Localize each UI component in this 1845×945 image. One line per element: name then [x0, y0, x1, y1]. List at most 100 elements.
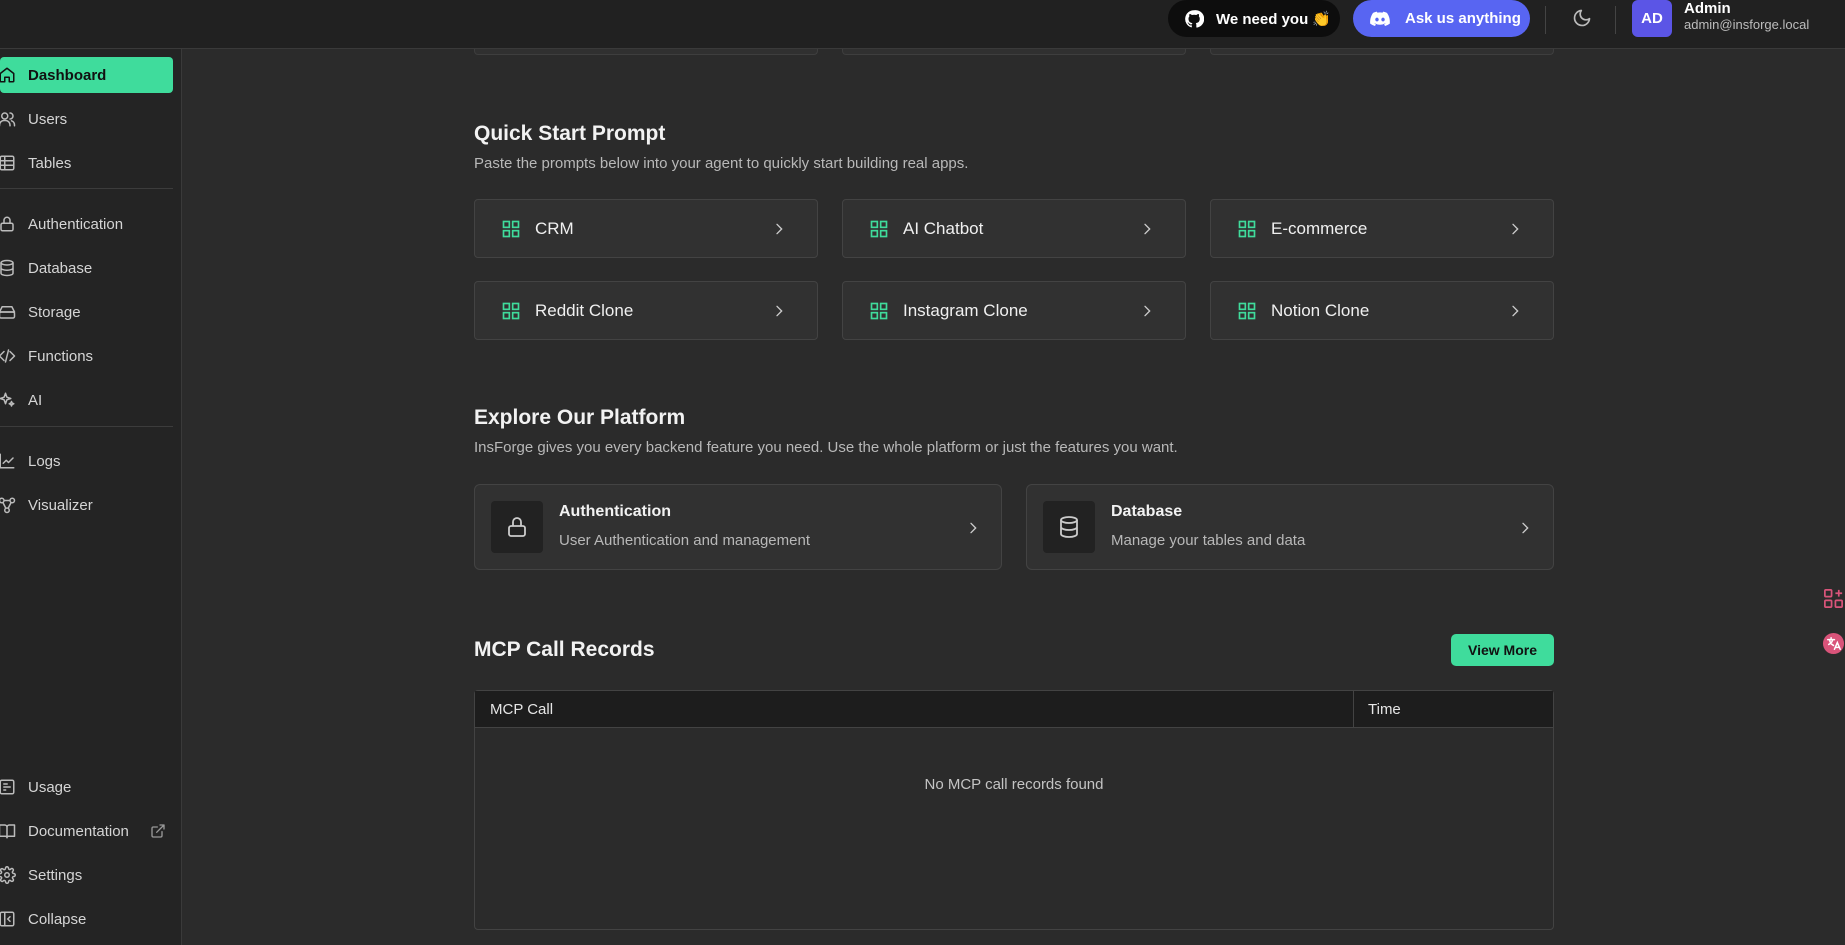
grid-icon [1238, 220, 1256, 237]
prompt-card-label: AI Chatbot [903, 218, 984, 238]
user-email: admin@insforge.local [1684, 17, 1810, 32]
prompt-card-crm[interactable]: CRM [474, 199, 818, 258]
translate-icon[interactable] [1822, 632, 1845, 655]
explore-card-description: User Authentication and management [559, 532, 810, 549]
divider [1615, 6, 1616, 34]
prompt-card-label: E-commerce [1271, 218, 1368, 238]
code-icon [0, 349, 16, 363]
view-more-button[interactable]: View More [1451, 634, 1554, 666]
sidebar-item-database[interactable]: Database [0, 250, 173, 286]
divider [0, 426, 173, 427]
sidebar-item-tables[interactable]: Tables [0, 145, 173, 181]
chevron-right-icon [970, 522, 977, 534]
home-icon [0, 67, 15, 83]
sidebar-item-visualizer[interactable]: Visualizer [0, 487, 173, 523]
chevron-right-icon [1144, 223, 1151, 235]
sidebar-item-usage[interactable]: Usage [0, 769, 173, 805]
card-partial [474, 49, 818, 55]
prompt-card-label: Instagram Clone [903, 300, 1028, 320]
chevron-right-icon [1522, 522, 1529, 534]
sidebar-item-collapse[interactable]: Collapse [0, 901, 173, 937]
explore-subtitle: InsForge gives you every backend feature… [474, 439, 1178, 456]
grid-icon [502, 302, 520, 319]
card-partial [1210, 49, 1554, 55]
avatar[interactable]: AD [1632, 0, 1672, 37]
moon-icon[interactable] [1572, 8, 1592, 28]
column-divider [1353, 691, 1354, 728]
discord-button[interactable]: Ask us anything [1353, 0, 1530, 37]
external-link-icon [151, 824, 165, 838]
usage-icon [0, 779, 15, 795]
sidebar-item-authentication[interactable]: Authentication [0, 206, 173, 242]
users-icon [0, 112, 16, 127]
sidebar-item-label: Visualizer [28, 496, 93, 514]
sidebar-item-storage[interactable]: Storage [0, 294, 173, 330]
github-icon [1185, 9, 1204, 28]
user-name: Admin [1684, 0, 1731, 17]
chevron-right-icon [1144, 305, 1151, 317]
sidebar-item-label: Authentication [28, 215, 124, 233]
empty-state-text: No MCP call records found [924, 776, 1104, 793]
gear-icon [0, 866, 16, 884]
explore-card-authentication[interactable]: Authentication User Authentication and m… [474, 484, 1002, 570]
database-icon [1060, 516, 1078, 538]
workflow-icon [0, 497, 16, 514]
sidebar: Dashboard Users Tables Authentication Da… [0, 49, 182, 945]
sidebar-item-label: Functions [28, 347, 94, 365]
prompt-card-instagram-clone[interactable]: Instagram Clone [842, 281, 1186, 340]
prompt-card-e-commerce[interactable]: E-commerce [1210, 199, 1554, 258]
lock-icon [0, 216, 14, 232]
chevron-right-icon [776, 223, 783, 235]
explore-card-description: Manage your tables and data [1111, 532, 1306, 549]
mcp-table: MCP Call Time No MCP call records found [474, 690, 1554, 930]
sidebar-item-ai[interactable]: AI [0, 382, 173, 418]
sidebar-item-settings[interactable]: Settings [0, 857, 173, 893]
sidebar-item-users[interactable]: Users [0, 101, 173, 137]
github-button[interactable]: We need you 👏 [1168, 0, 1340, 37]
grid-icon [870, 302, 888, 319]
hard-drive-icon [0, 306, 16, 319]
divider [0, 188, 173, 189]
prompt-card-reddit-clone[interactable]: Reddit Clone [474, 281, 818, 340]
prompt-card-label: Notion Clone [1271, 300, 1370, 320]
prompt-card-label: Reddit Clone [535, 300, 634, 320]
chevron-right-icon [1512, 305, 1519, 317]
collapse-icon [0, 911, 15, 927]
grid-icon [870, 220, 888, 237]
quick-start-subtitle: Paste the prompts below into your agent … [474, 155, 969, 172]
prompt-card-notion-clone[interactable]: Notion Clone [1210, 281, 1554, 340]
sidebar-item-functions[interactable]: Functions [0, 338, 173, 374]
sidebar-item-label: Tables [28, 154, 72, 172]
explore-card-database[interactable]: Database Manage your tables and data [1026, 484, 1554, 570]
sidebar-item-label: Usage [28, 778, 72, 796]
book-icon [0, 824, 16, 839]
sidebar-item-dashboard[interactable]: Dashboard [0, 57, 173, 93]
sidebar-item-label: Logs [28, 452, 61, 470]
github-button-label: We need you 👏 [1216, 10, 1332, 28]
sidebar-item-label: AI [28, 391, 43, 409]
discord-icon [1370, 11, 1390, 26]
explore-card-title: Database [1111, 503, 1183, 520]
card-icon-box [491, 501, 543, 553]
sidebar-item-documentation[interactable]: Documentation [0, 813, 173, 849]
explore-title: Explore Our Platform [474, 406, 686, 429]
sidebar-item-label: Collapse [28, 910, 87, 928]
apps-add-icon[interactable] [1822, 587, 1845, 610]
table-icon [0, 155, 15, 171]
column-header-mcp-call: MCP Call [490, 701, 554, 718]
discord-button-label: Ask us anything [1405, 10, 1521, 27]
prompt-card-ai-chatbot[interactable]: AI Chatbot [842, 199, 1186, 258]
sidebar-item-label: Database [28, 259, 93, 277]
mcp-title: MCP Call Records [474, 638, 655, 661]
sidebar-item-logs[interactable]: Logs [0, 443, 173, 479]
table-header: MCP Call Time [475, 691, 1553, 728]
sidebar-item-label: Storage [28, 303, 81, 321]
grid-icon [1238, 302, 1256, 319]
grid-icon [502, 220, 520, 237]
chevron-right-icon [776, 305, 783, 317]
divider [1545, 6, 1546, 34]
card-icon-box [1043, 501, 1095, 553]
database-icon [0, 259, 14, 277]
column-header-time: Time [1368, 701, 1401, 718]
quick-start-title: Quick Start Prompt [474, 122, 666, 145]
